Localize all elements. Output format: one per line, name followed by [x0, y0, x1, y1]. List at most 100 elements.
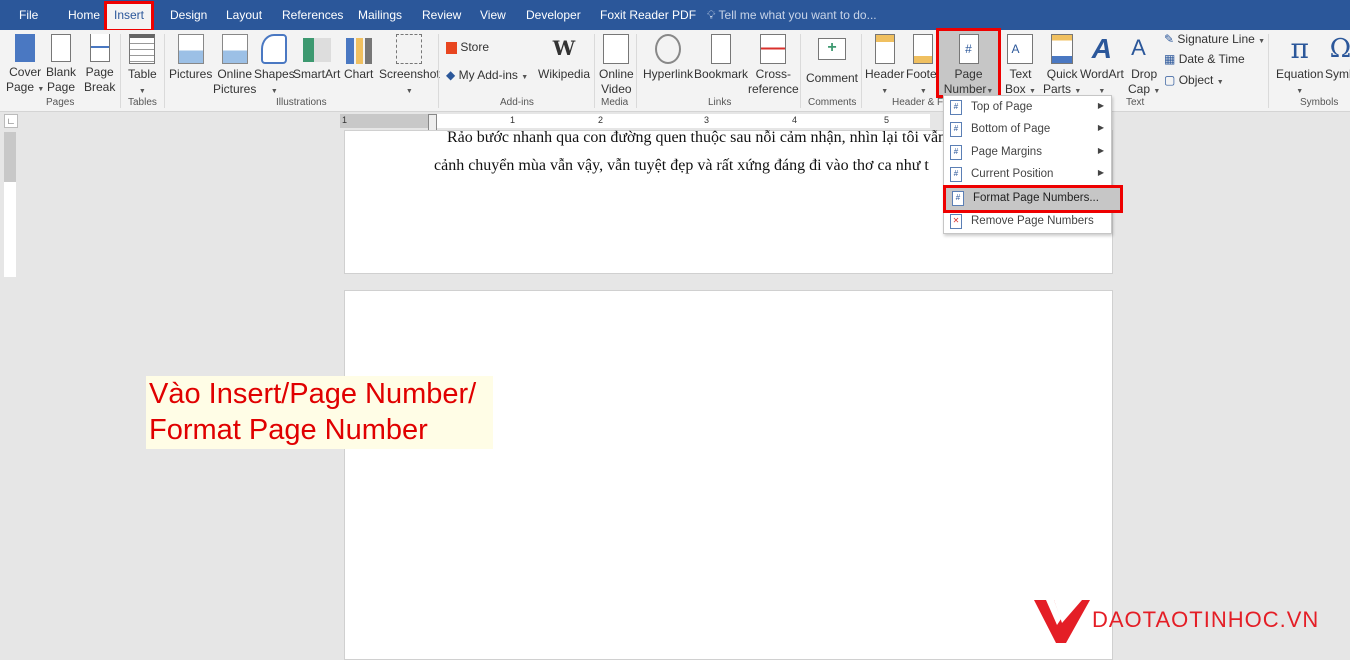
footer-button[interactable]: Footer ▼ [906, 34, 941, 99]
wikipedia-button[interactable]: W Wikipedia [538, 34, 590, 82]
hyperlink-button[interactable]: Hyperlink [643, 34, 693, 82]
table-icon [129, 34, 156, 64]
tab-design[interactable]: Design [170, 8, 207, 22]
addins-icon: ◆ [446, 68, 456, 82]
tab-view[interactable]: View [480, 8, 506, 22]
blank-page-button[interactable]: Blank Page [46, 34, 76, 95]
pictures-button[interactable]: Pictures [169, 34, 212, 82]
calendar-icon: ▦ [1164, 52, 1176, 66]
tab-insert[interactable]: Insert [103, 1, 155, 32]
tell-me-search[interactable]: 💡︎ Tell me what you want to do... [707, 8, 877, 23]
daotaotinhoc-logo: DAOTAOTINHOC.VN [1032, 595, 1342, 645]
group-label-tables: Tables [128, 97, 157, 108]
pi-icon: π [1290, 32, 1309, 65]
group-label-pages: Pages [46, 97, 75, 108]
tab-review[interactable]: Review [422, 8, 461, 22]
menu-item-current-position[interactable]: # Current Position ▶ [944, 164, 1111, 186]
tab-mailings[interactable]: Mailings [358, 8, 402, 22]
group-label-addins: Add-ins [500, 97, 534, 108]
wikipedia-icon: W [552, 36, 576, 60]
tab-home[interactable]: Home [68, 8, 100, 22]
chart-button[interactable]: Chart [344, 34, 373, 82]
page-number-icon: # [950, 145, 962, 160]
tab-references[interactable]: References [282, 8, 343, 22]
symbol-button[interactable]: ΩSymb [1325, 34, 1350, 82]
ribbon: Cover Page ▼ Blank Page Page Break Pages Ta… [0, 28, 1350, 112]
signature-line-button[interactable]: ✎ Signature Line ▼ [1164, 32, 1265, 49]
instruction-annotation: Vào Insert/Page Number/ Format Page Numb… [146, 376, 493, 449]
cover-page-icon [15, 34, 36, 62]
page-number-icon: # [950, 100, 962, 115]
online-video-button[interactable]: Online Video [599, 34, 634, 97]
hyperlink-icon [655, 34, 681, 64]
header-button[interactable]: Header ▼ [865, 34, 904, 99]
tab-layout[interactable]: Layout [226, 8, 262, 22]
page-number-button[interactable]: # Page Number▼ [936, 28, 1001, 98]
equation-button[interactable]: π Equation ▼ [1276, 34, 1323, 99]
object-button[interactable]: ▢ Object ▼ [1164, 73, 1224, 90]
group-label-text: Text [1126, 97, 1145, 108]
page-number-icon: # [958, 34, 979, 64]
shapes-button[interactable]: Shapes ▼ [254, 34, 295, 99]
menu-item-top-of-page[interactable]: # Top of Page ▶ [944, 97, 1111, 119]
smartart-icon [302, 38, 331, 62]
group-label-symbols: Symbols [1300, 97, 1339, 108]
lightbulb-icon: 💡︎ [707, 8, 719, 22]
annotation-line: Format Page Number [149, 414, 428, 446]
tab-selector[interactable]: ∟ [4, 114, 18, 128]
comment-button[interactable]: + Comment [806, 34, 858, 86]
document-page-2[interactable] [344, 290, 1113, 660]
text-box-icon: A [1007, 34, 1034, 64]
logo-text: DAOTAOTINHOC.VN [1092, 607, 1320, 632]
horizontal-ruler[interactable]: 1 1 2 3 4 5 [340, 114, 930, 132]
cross-reference-icon [760, 34, 787, 64]
group-label-illustrations: Illustrations [276, 97, 327, 108]
submenu-arrow-icon: ▶ [1097, 146, 1104, 155]
wordart-button[interactable]: A WordArt ▼ [1080, 34, 1124, 99]
annotation-line: Vào Insert/Page Number/ [149, 378, 477, 410]
remove-page-numbers-icon: ✕ [950, 214, 962, 229]
paragraph-line: cảnh chuyển mùa vẫn vậy, vẫn tuyệt đẹp v… [434, 157, 929, 174]
submenu-arrow-icon: ▶ [1097, 101, 1104, 110]
date-time-button[interactable]: ▦ Date & Time [1164, 52, 1245, 67]
quick-parts-button[interactable]: Quick Parts ▼ [1043, 34, 1081, 99]
group-label-header-footer: Header & F [892, 97, 944, 108]
footer-icon [913, 34, 934, 64]
wordart-icon: A [1091, 33, 1112, 64]
menu-item-page-margins[interactable]: # Page Margins ▶ [944, 142, 1111, 164]
submenu-arrow-icon: ▶ [1097, 168, 1104, 177]
logo-mark-icon [1034, 600, 1090, 643]
online-pictures-button[interactable]: Online Pictures [213, 34, 256, 97]
tab-foxit[interactable]: Foxit Reader PDF [600, 8, 696, 22]
tab-file[interactable]: File [19, 8, 38, 22]
omega-icon: Ω [1329, 34, 1350, 64]
menu-item-remove-page-numbers[interactable]: ✕ Remove Page Numbers [944, 211, 1111, 233]
menu-item-bottom-of-page[interactable]: # Bottom of Page ▶ [944, 119, 1111, 141]
page-break-icon [89, 34, 110, 62]
page-break-button[interactable]: Page Break [84, 34, 115, 95]
signature-icon: ✎ [1164, 32, 1175, 46]
tell-me-text: Tell me what you want to do... [718, 8, 877, 22]
group-label-links: Links [708, 97, 732, 108]
tab-developer[interactable]: Developer [526, 8, 581, 22]
menu-item-format-page-numbers[interactable]: # Format Page Numbers... [943, 185, 1123, 213]
text-box-button[interactable]: A Text Box ▼ [1005, 34, 1036, 99]
table-button[interactable]: Table ▼ [128, 34, 157, 99]
group-label-comments: Comments [808, 97, 857, 108]
submenu-arrow-icon: ▶ [1097, 123, 1104, 132]
bookmark-button[interactable]: Bookmark [694, 34, 748, 82]
my-addins-button[interactable]: ◆ My Add-ins ▼ [446, 68, 528, 85]
cover-page-button[interactable]: Cover Page ▼ [6, 34, 44, 97]
drop-cap-button[interactable]: A Drop Cap ▼ [1128, 34, 1160, 99]
smartart-button[interactable]: SmartArt [293, 34, 340, 82]
ribbon-tab-bar: File Home Insert Design Layout Reference… [0, 0, 1350, 32]
vertical-ruler[interactable] [4, 132, 16, 277]
format-page-numbers-icon: # [952, 191, 964, 206]
chart-icon [345, 38, 372, 64]
online-pictures-icon [221, 34, 248, 64]
cross-reference-button[interactable]: Cross-reference [748, 34, 799, 97]
store-button[interactable]: Store [446, 40, 489, 55]
screenshot-icon [396, 34, 423, 64]
screenshot-button[interactable]: Screenshot ▼ [379, 34, 440, 99]
store-icon [446, 41, 457, 54]
